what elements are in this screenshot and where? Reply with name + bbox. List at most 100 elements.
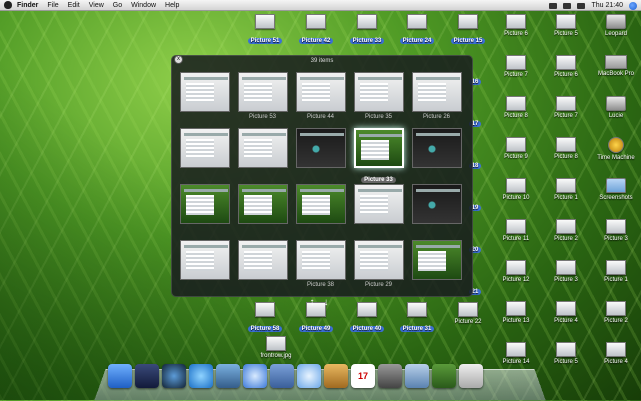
address-book-icon[interactable] (270, 364, 294, 388)
desktop-icon[interactable]: Leopard (591, 14, 641, 42)
mail-icon[interactable] (216, 364, 240, 388)
desktop-icon[interactable]: Picture 24 (392, 14, 442, 44)
desktop-icon[interactable]: Picture 3 (541, 260, 591, 288)
arrow-up-icon[interactable]: ↑ (307, 298, 317, 308)
ichat-icon[interactable] (243, 364, 267, 388)
desktop-icon[interactable]: Picture 3 (591, 219, 641, 247)
hard-drive-icon (606, 14, 626, 29)
dashboard-icon[interactable] (135, 364, 159, 388)
stack-item-selected[interactable]: Picture 33 (352, 128, 405, 183)
stack-item[interactable]: Picture 35 (352, 72, 405, 122)
picture-thumbnail-icon (407, 302, 427, 317)
desktop-icon[interactable]: Picture 51 (240, 14, 290, 44)
screenshot-thumbnail-icon (179, 72, 230, 112)
address-card-icon[interactable] (324, 364, 348, 388)
menu-view[interactable]: View (89, 2, 104, 9)
screenshot-thumbnail-icon (237, 128, 288, 168)
stack-item[interactable] (294, 128, 347, 178)
volume-icon[interactable] (577, 2, 586, 9)
desktop-icon[interactable]: Picture 2 (591, 301, 641, 329)
menu-edit[interactable]: Edit (68, 2, 80, 9)
desktop-icon[interactable]: Picture 1 (591, 260, 641, 288)
desktop-icon[interactable]: Picture 12 (491, 260, 541, 288)
picture-thumbnail-icon (506, 55, 526, 70)
stack-item[interactable] (178, 128, 231, 178)
safari-icon[interactable] (189, 364, 213, 388)
stack-item[interactable] (294, 184, 347, 234)
menu-go[interactable]: Go (113, 2, 122, 9)
desktop-icon[interactable]: Picture 42 (291, 14, 341, 44)
desktop-icon[interactable]: Picture 8 (541, 137, 591, 165)
applications-stack-icon[interactable] (405, 364, 429, 388)
stack-item[interactable] (352, 184, 405, 234)
desktop-icon[interactable]: Screenshots (591, 178, 641, 206)
desktop-icon[interactable]: Lucie (591, 96, 641, 124)
desktop-icon[interactable]: frontrow.jpg (246, 336, 306, 364)
desktop-icon[interactable]: Picture 1 (541, 178, 591, 206)
airport-icon[interactable] (549, 2, 558, 9)
picture-thumbnail-icon (556, 178, 576, 193)
time-machine-dock-icon[interactable] (162, 364, 186, 388)
desktop-icon[interactable]: Picture 31 (392, 302, 442, 332)
desktop-icon[interactable]: Picture 11 (491, 219, 541, 247)
stack-item[interactable] (178, 240, 231, 290)
desktop-icon[interactable]: Picture 22 (443, 302, 493, 330)
menu-help[interactable]: Help (165, 2, 179, 9)
menu-clock[interactable]: Thu 21:40 (591, 2, 623, 9)
desktop-icon[interactable]: Picture 7 (491, 55, 541, 83)
spotlight-icon[interactable] (629, 1, 637, 10)
finder-icon[interactable] (108, 364, 132, 388)
desktop-icon[interactable]: Picture 33 (342, 14, 392, 44)
desktop-icon[interactable]: Picture 4 (541, 301, 591, 329)
pictures-stack-icon[interactable] (432, 364, 456, 388)
battery-icon[interactable] (563, 2, 572, 9)
desktop-icon[interactable]: MacBook Pro (591, 55, 641, 83)
desktop-icon[interactable]: Picture 13 (491, 301, 541, 329)
picture-thumbnail-icon (506, 14, 526, 29)
arrow-down-icon[interactable]: ↓ (321, 298, 331, 308)
desktop-icon[interactable]: Picture 6 (491, 14, 541, 42)
trash-icon[interactable] (459, 364, 483, 388)
picture-thumbnail-icon (357, 14, 377, 29)
stack-item[interactable] (410, 128, 463, 178)
screenshot-thumbnail-icon (295, 72, 346, 112)
desktop-icon[interactable]: Picture 10 (491, 178, 541, 206)
menu-finder[interactable]: Finder (17, 2, 38, 9)
desktop-icon[interactable]: Picture 6 (541, 55, 591, 83)
desktop-icon[interactable]: Picture 5 (541, 342, 591, 370)
stack-item[interactable] (410, 184, 463, 234)
menu-file[interactable]: File (47, 2, 58, 9)
ical-icon[interactable]: 17 (351, 364, 375, 388)
apple-menu-icon[interactable] (4, 1, 12, 9)
stack-item[interactable] (178, 184, 231, 234)
desktop-icon[interactable]: Time Machine (591, 137, 641, 165)
desktop-icon[interactable]: Picture 40 (342, 302, 392, 332)
stack-item[interactable]: Picture 53 (236, 72, 289, 122)
screenshot-thumbnail-icon (295, 240, 346, 280)
picture-thumbnail-icon (506, 96, 526, 111)
stack-item[interactable]: Picture 44 (294, 72, 347, 122)
picture-thumbnail-icon (255, 14, 275, 29)
desktop-icon[interactable]: Picture 5 (541, 14, 591, 42)
desktop-icon[interactable]: Picture 58 (240, 302, 290, 332)
desktop-icon[interactable]: Picture 7 (541, 96, 591, 124)
screenshot-thumbnail-icon (353, 184, 404, 224)
computer-icon (605, 55, 627, 69)
desktop-icon[interactable]: Picture 14 (491, 342, 541, 370)
desktop-icon[interactable]: Picture 2 (541, 219, 591, 247)
menu-window[interactable]: Window (131, 2, 156, 9)
stack-item[interactable]: Picture 26 (410, 72, 463, 122)
desktop-icon[interactable]: Picture 4 (591, 342, 641, 370)
stack-item[interactable] (236, 240, 289, 290)
stack-item[interactable] (178, 72, 231, 122)
system-preferences-icon[interactable] (378, 364, 402, 388)
itunes-icon[interactable] (297, 364, 321, 388)
stack-item[interactable]: Picture 29 (352, 240, 405, 290)
desktop-icon[interactable]: Picture 8 (491, 96, 541, 124)
desktop-icon[interactable]: Picture 9 (491, 137, 541, 165)
desktop-icon[interactable]: Picture 15 (443, 14, 493, 44)
stack-item[interactable] (410, 240, 463, 290)
stack-item[interactable] (236, 184, 289, 234)
stack-item[interactable]: Picture 38 (294, 240, 347, 290)
stack-item[interactable] (236, 128, 289, 178)
